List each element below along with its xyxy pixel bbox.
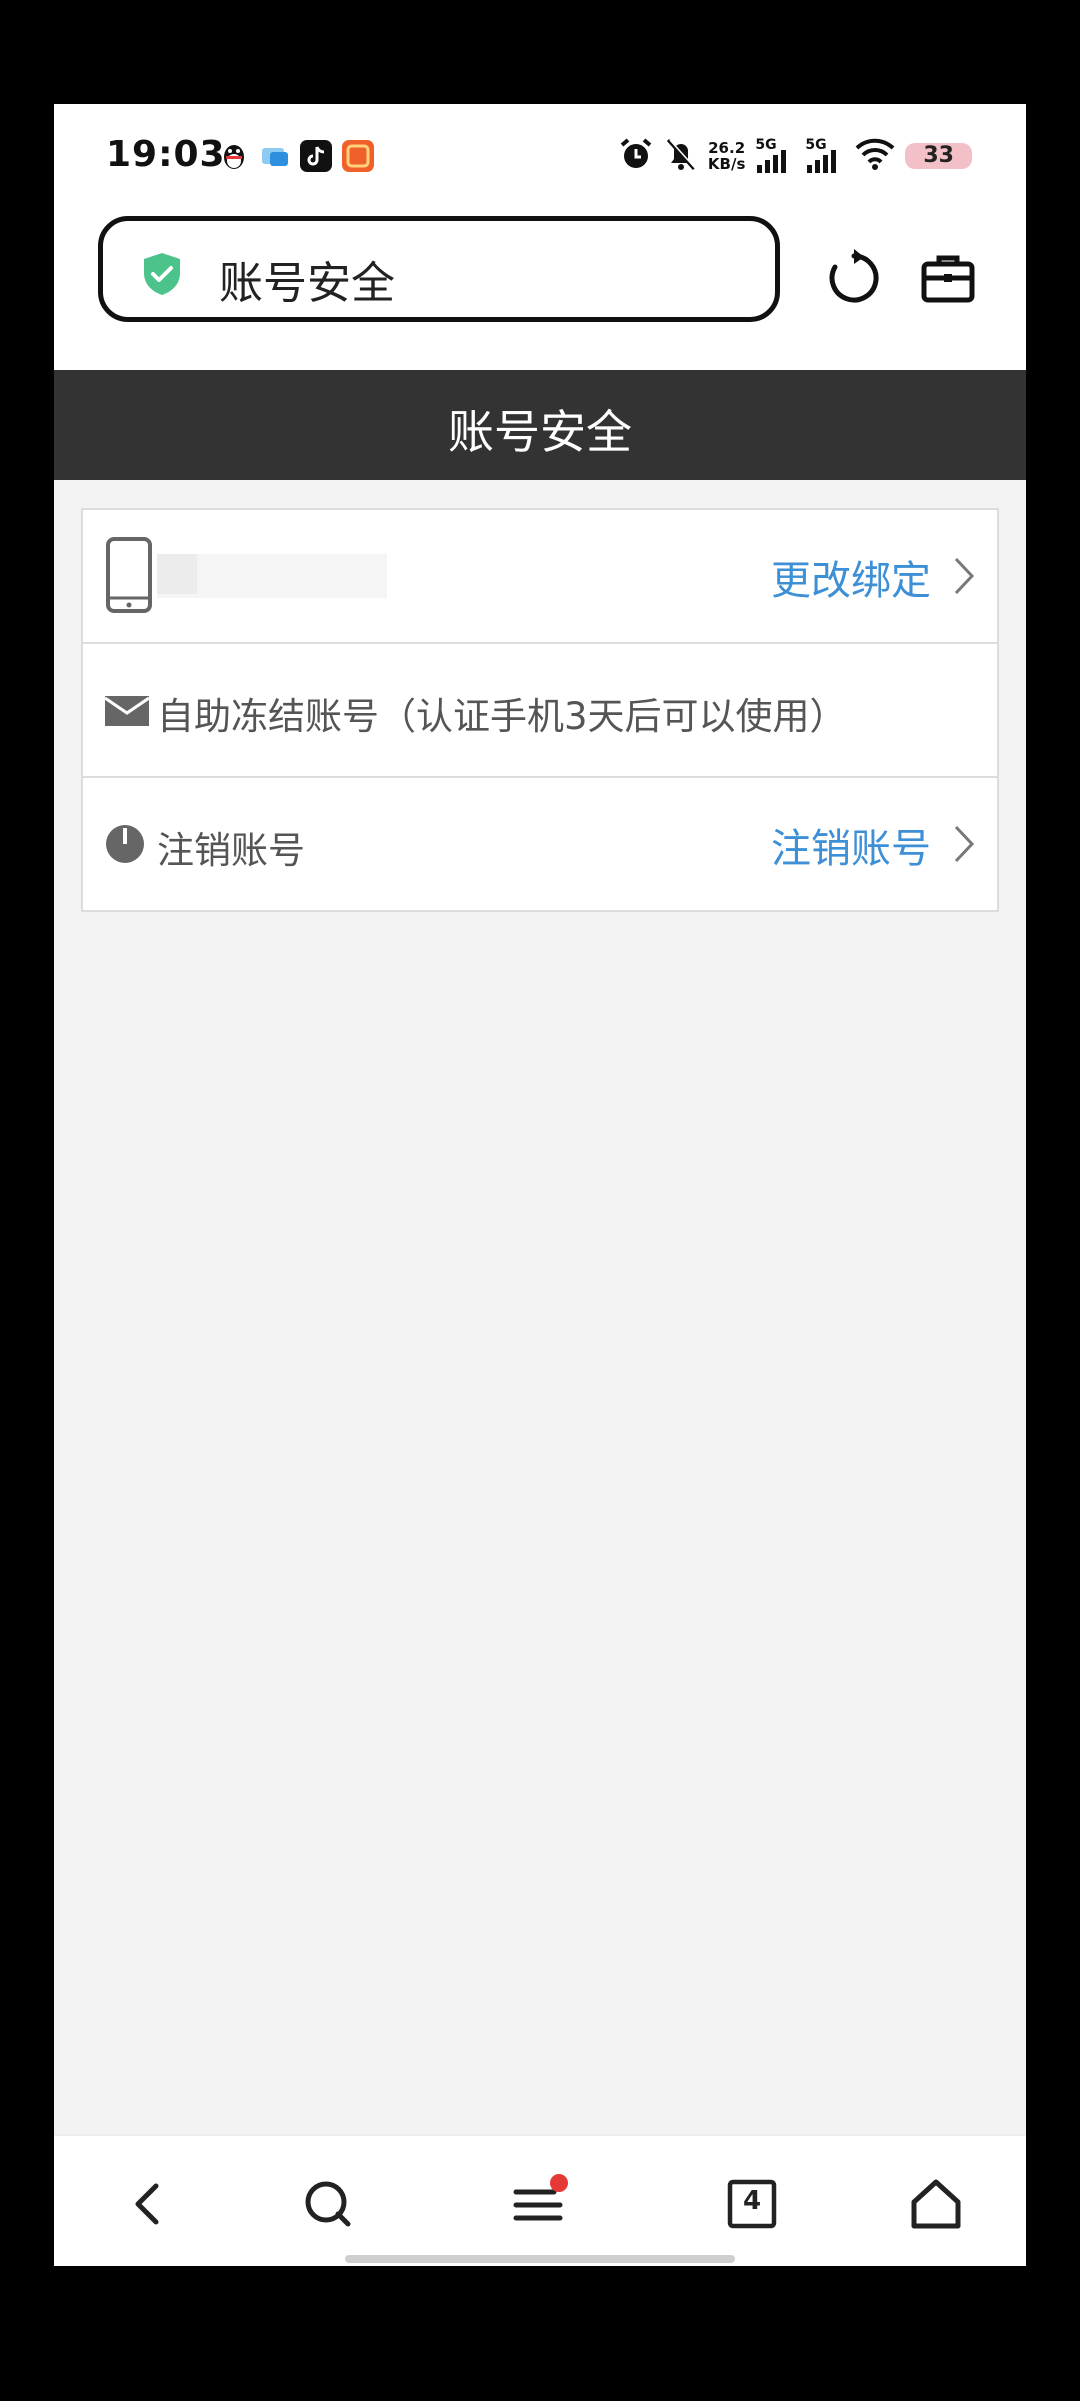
signal-1-bars-icon (757, 150, 787, 173)
tabs-icon[interactable]: 4 (722, 2174, 782, 2234)
phone-screen: 19:03 26.2 KB/s 5G 5G 33 账号安全 账号安全 更改绑定 … (54, 104, 1026, 2266)
search-icon[interactable] (298, 2174, 358, 2234)
page-header: 账号安全 (54, 370, 1026, 480)
menu-icon[interactable] (508, 2174, 568, 2234)
freeze-account-row[interactable]: 自助冻结账号（认证手机3天后可以使用） (83, 644, 997, 778)
taobao-icon (342, 140, 374, 172)
change-binding-link[interactable]: 更改绑定 (771, 548, 931, 606)
status-right-cluster: 26.2 KB/s 5G 5G 33 (618, 134, 972, 178)
chevron-right-icon (953, 824, 975, 864)
signal-2: 5G (805, 137, 845, 175)
alarm-icon (618, 136, 654, 176)
mobile-phone-icon (105, 536, 153, 614)
account-security-list: 更改绑定 自助冻结账号（认证手机3天后可以使用） 注销账号 注销账号 (81, 508, 999, 912)
reload-icon[interactable] (824, 248, 884, 308)
network-speed-value: 26.2 (708, 139, 746, 157)
chevron-right-icon (953, 556, 975, 596)
mute-bell-icon (664, 136, 698, 176)
main-content: 更改绑定 自助冻结账号（认证手机3天后可以使用） 注销账号 注销账号 (54, 480, 1026, 2134)
address-bar[interactable]: 账号安全 (98, 216, 780, 322)
tiktok-icon (300, 140, 332, 172)
tab-count: 4 (742, 2186, 762, 2216)
freeze-account-label: 自助冻结账号（认证手机3天后可以使用） (157, 695, 847, 738)
status-bar: 19:03 26.2 KB/s 5G 5G 33 (54, 104, 1026, 212)
page-title: 账号安全 (448, 405, 632, 459)
signal-1: 5G (755, 137, 795, 175)
back-icon[interactable] (118, 2174, 178, 2234)
mail-icon (104, 696, 150, 726)
wifi-icon (855, 137, 895, 175)
toolbox-icon[interactable] (920, 250, 976, 306)
battery-indicator: 33 (905, 143, 972, 169)
status-time: 19:03 (106, 134, 226, 175)
network-speed-unit: KB/s (707, 155, 746, 173)
phone-binding-row[interactable]: 更改绑定 (83, 510, 997, 644)
gesture-home-indicator[interactable] (345, 2255, 735, 2263)
bottom-toolbar: 4 (54, 2134, 1026, 2266)
home-icon[interactable] (906, 2174, 966, 2234)
signal-2-bars-icon (807, 150, 837, 173)
address-bar-text: 账号安全 (219, 258, 395, 309)
security-shield-icon (141, 251, 183, 297)
cancel-account-row[interactable]: 注销账号 注销账号 (83, 778, 997, 910)
cancel-account-label: 注销账号 (157, 829, 305, 872)
network-speed: 26.2 KB/s (708, 140, 745, 172)
masked-phone-number (157, 554, 387, 598)
app-icon (260, 140, 292, 172)
cancel-account-link[interactable]: 注销账号 (771, 816, 931, 874)
qq-icon (218, 140, 250, 172)
power-icon (105, 824, 145, 864)
